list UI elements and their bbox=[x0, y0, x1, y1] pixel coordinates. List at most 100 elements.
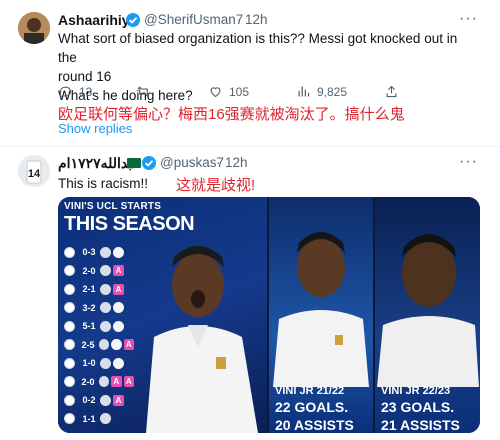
show-replies-link[interactable]: Show replies bbox=[58, 121, 132, 136]
heart-icon bbox=[210, 87, 221, 98]
assist-tag: A bbox=[111, 376, 122, 388]
user-handle[interactable]: @puskas7 bbox=[160, 155, 224, 170]
club-logo-icon bbox=[64, 302, 75, 314]
player-image bbox=[146, 246, 258, 433]
result-score: 5-1 bbox=[82, 321, 96, 332]
reply-count: 13 bbox=[79, 84, 93, 99]
result-row: 0-2 A bbox=[64, 391, 134, 410]
assist-tag: A bbox=[113, 394, 124, 406]
tweet-1[interactable]: Ashaarihiy @SherifUsman7 · 12h ··· What … bbox=[0, 0, 500, 146]
goal-ball-icon bbox=[113, 357, 124, 369]
chinese-translation: 这就是歧视! bbox=[176, 177, 256, 194]
avatar-image bbox=[18, 12, 50, 44]
like-button[interactable]: 105 bbox=[208, 84, 249, 99]
result-row: 1-1 bbox=[64, 410, 134, 429]
stat-goals: 23 GOALS. bbox=[381, 399, 455, 415]
reply-button[interactable]: 13 bbox=[58, 84, 92, 99]
club-logo-icon bbox=[64, 320, 75, 332]
club-logo-icon bbox=[64, 376, 75, 388]
stat-assists: 21 ASSISTS bbox=[381, 417, 460, 433]
assist-tag: A bbox=[123, 339, 134, 351]
separator-dot: · bbox=[216, 155, 221, 170]
display-name[interactable]: Ashaarihiy bbox=[58, 12, 130, 28]
result-score: 1-0 bbox=[82, 358, 96, 369]
club-logo-icon bbox=[64, 339, 75, 351]
opponent-logo-icon bbox=[98, 339, 110, 351]
views-count: 9,825 bbox=[317, 84, 348, 99]
goal-ball-icon bbox=[113, 302, 124, 314]
goal-ball-icon bbox=[111, 339, 122, 351]
user-handle[interactable]: @SherifUsman7 bbox=[144, 12, 243, 27]
views-button[interactable]: 9,825 bbox=[296, 84, 347, 99]
club-logo-icon bbox=[64, 246, 75, 258]
retweet-button[interactable] bbox=[136, 84, 157, 99]
views-icon bbox=[298, 86, 310, 97]
club-logo-icon bbox=[64, 357, 75, 369]
saudi-flag-icon bbox=[127, 158, 141, 168]
opponent-logo-icon bbox=[100, 283, 111, 295]
club-logo-icon bbox=[64, 283, 75, 295]
retweet-icon bbox=[137, 86, 150, 97]
media-panel-1[interactable]: VINI'S UCL STARTS THIS SEASON 0-3 2-0 A 2-1… bbox=[58, 197, 267, 433]
goal-ball-icon bbox=[113, 246, 124, 258]
share-icon bbox=[386, 85, 397, 98]
result-score: 3-2 bbox=[82, 302, 96, 313]
opponent-logo-icon bbox=[100, 413, 111, 425]
club-logo-icon bbox=[64, 413, 75, 425]
avatar[interactable] bbox=[18, 12, 50, 44]
tweet-media[interactable]: VINI'S UCL STARTS THIS SEASON 0-3 2-0 A 2-1… bbox=[58, 197, 480, 433]
result-score: 0-2 bbox=[82, 395, 96, 406]
player-image bbox=[377, 234, 479, 387]
opponent-logo-icon bbox=[100, 320, 111, 332]
reply-icon bbox=[59, 86, 72, 99]
assist-tag: A bbox=[123, 376, 134, 388]
player-image bbox=[273, 232, 369, 387]
result-row: 5-1 bbox=[64, 317, 134, 336]
result-row: 2-0 A A bbox=[64, 373, 134, 392]
stat-title: VINI JR 22/23 bbox=[381, 385, 451, 397]
result-row: 2-1 A bbox=[64, 280, 134, 299]
avatar-image: 14 bbox=[18, 155, 50, 187]
tweet-actions: 13 105 9,825 bbox=[58, 84, 458, 104]
tweet-text: This is racism!! bbox=[58, 176, 149, 191]
avatar[interactable]: 14 bbox=[18, 155, 50, 187]
result-score: 2-0 bbox=[82, 265, 96, 276]
opponent-logo-icon bbox=[100, 302, 111, 314]
share-button[interactable] bbox=[384, 84, 405, 99]
result-score: 2-5 bbox=[81, 339, 95, 350]
tweet-text-line: What sort of biased organization is this… bbox=[58, 31, 458, 65]
opponent-logo-icon bbox=[100, 265, 111, 277]
like-count: 105 bbox=[229, 84, 250, 99]
verified-badge-icon bbox=[126, 13, 140, 27]
separator-dot: · bbox=[237, 12, 242, 27]
result-row: 2-5 A bbox=[64, 336, 134, 355]
opponent-logo-icon bbox=[100, 394, 111, 406]
result-row: 2-0 A bbox=[64, 262, 134, 281]
opponent-logo-icon bbox=[100, 357, 111, 369]
stat-assists: 20 ASSISTS bbox=[275, 417, 354, 433]
svg-text:14: 14 bbox=[28, 168, 41, 180]
stat-title: VINI JR 21/22 bbox=[275, 385, 345, 397]
more-options-icon[interactable]: ··· bbox=[459, 10, 478, 28]
result-row: 0-3 bbox=[64, 243, 134, 262]
result-score: 1-1 bbox=[82, 413, 96, 424]
result-score: 2-1 bbox=[82, 284, 96, 295]
panel-title: VINI'S UCL STARTS bbox=[64, 201, 162, 212]
assist-tag: A bbox=[113, 283, 124, 295]
opponent-logo-icon bbox=[98, 376, 110, 388]
tweet-time[interactable]: 12h bbox=[245, 12, 268, 27]
tweet-time[interactable]: 12h bbox=[225, 155, 248, 170]
club-logo-icon bbox=[64, 265, 75, 277]
opponent-logo-icon bbox=[100, 246, 111, 258]
club-logo-icon bbox=[64, 394, 75, 406]
result-row: 1-0 bbox=[64, 354, 134, 373]
more-options-icon[interactable]: ··· bbox=[459, 153, 478, 171]
media-panel-3[interactable]: VINI JR 22/23 23 GOALS. 21 ASSISTS bbox=[375, 197, 480, 433]
goal-ball-icon bbox=[113, 320, 124, 332]
media-panel-2[interactable]: VINI JR 21/22 22 GOALS. 20 ASSISTS bbox=[269, 197, 373, 433]
assist-tag: A bbox=[113, 265, 124, 277]
result-score: 0-3 bbox=[82, 247, 96, 258]
stat-goals: 22 GOALS. bbox=[275, 399, 349, 415]
tweet-2[interactable]: 14 عبدالله١٧٢٧ام @puskas7 · 12h ··· This… bbox=[0, 146, 500, 440]
verified-badge-icon bbox=[142, 156, 156, 170]
